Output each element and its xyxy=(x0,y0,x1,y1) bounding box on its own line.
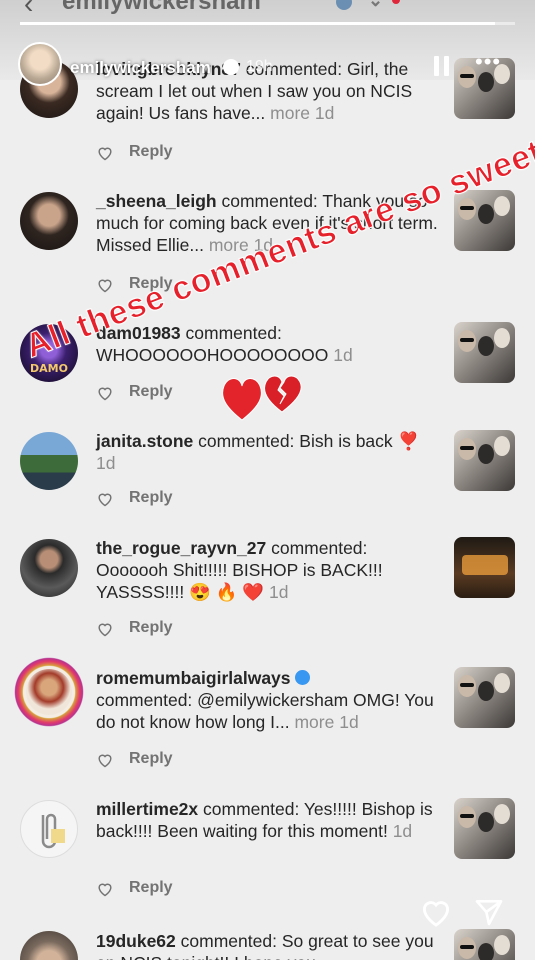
reply-button[interactable]: Reply xyxy=(129,383,173,401)
commented-label: commented: xyxy=(203,799,300,819)
notification-dot xyxy=(392,0,400,4)
comment-time: 1d xyxy=(392,821,413,841)
heart-and-broken-heart-emoji xyxy=(220,372,306,429)
heart-outline-icon[interactable] xyxy=(96,385,114,401)
comment-post-thumbnail[interactable] xyxy=(454,798,515,859)
comment-username[interactable]: janita.stone xyxy=(96,431,193,451)
comment-username[interactable]: the_rogue_rayvn_27 xyxy=(96,538,266,558)
commented-label: commented: xyxy=(185,323,282,343)
comment-time: 1d xyxy=(333,345,353,365)
header-username: emilywickersham xyxy=(62,0,261,15)
story-actions xyxy=(418,896,518,932)
avatar[interactable] xyxy=(20,539,78,597)
comment-post-thumbnail[interactable] xyxy=(454,537,515,598)
comment-username[interactable]: 19duke62 xyxy=(96,931,176,951)
avatar[interactable] xyxy=(26,669,72,715)
comment-post-thumbnail[interactable] xyxy=(454,929,515,960)
comment-item: 19duke62 commented: So great to see you … xyxy=(0,929,535,960)
comment-body: Bish is back ❣️ xyxy=(299,431,420,451)
commented-label: commented: xyxy=(271,538,368,558)
more-link[interactable]: more xyxy=(270,103,310,123)
story-progress-bar xyxy=(20,22,515,25)
commented-label: commented: xyxy=(221,191,318,211)
heart-outline-icon[interactable] xyxy=(96,277,114,293)
verified-badge-icon xyxy=(336,0,352,10)
comment-text: dam01983 commented: WHOOOOOOHOOOOOOOO 1d xyxy=(96,322,441,366)
commented-label: commented: xyxy=(180,931,277,951)
commented-label: commented: xyxy=(96,690,193,710)
avatar[interactable] xyxy=(18,42,62,86)
heart-outline-icon[interactable] xyxy=(96,145,114,161)
verified-badge-icon xyxy=(295,670,311,685)
story-time: 19h xyxy=(246,58,273,75)
story-username[interactable]: emilywickersham xyxy=(70,58,211,78)
comment-time: 1d xyxy=(339,712,359,732)
comment-username[interactable]: _sheena_leigh xyxy=(96,191,217,211)
heart-outline-icon[interactable] xyxy=(96,491,114,507)
commented-label: commented: xyxy=(198,431,295,451)
chevron-left-icon[interactable]: ‹ xyxy=(24,0,33,20)
comment-text: romemumbaigirlalways commented: @emilywi… xyxy=(96,667,441,733)
comment-username[interactable]: romemumbaigirlalways xyxy=(96,668,291,688)
profile-header: ‹ emilywickersham ⌄ xyxy=(0,0,535,20)
comment-text: janita.stone commented: Bish is back ❣️ … xyxy=(96,430,441,474)
more-icon[interactable]: ••• xyxy=(475,51,505,73)
comment-post-thumbnail[interactable] xyxy=(454,322,515,383)
comment-username[interactable]: millertime2x xyxy=(96,799,198,819)
comment-time: 1d xyxy=(314,103,335,123)
heart-outline-icon[interactable] xyxy=(96,881,114,897)
heart-outline-icon[interactable] xyxy=(96,621,114,637)
reply-button[interactable]: Reply xyxy=(129,619,173,637)
avatar[interactable] xyxy=(20,432,78,490)
comment-time: 1d xyxy=(96,453,116,473)
avatar[interactable] xyxy=(20,800,78,858)
chevron-down-icon[interactable]: ⌄ xyxy=(368,0,383,11)
heart-outline-icon[interactable] xyxy=(418,896,454,928)
reply-button[interactable]: Reply xyxy=(129,879,173,897)
comment-body: Ooooooh Shit!!!!! BISHOP is BACK!!! YASS… xyxy=(96,560,383,602)
avatar[interactable] xyxy=(20,192,78,250)
pause-icon[interactable] xyxy=(434,56,450,76)
heart-outline-icon[interactable] xyxy=(96,752,114,768)
reply-button[interactable]: Reply xyxy=(129,750,173,768)
verified-badge-icon xyxy=(223,59,239,75)
reply-button[interactable]: Reply xyxy=(129,489,173,507)
paperclip-icon xyxy=(41,813,65,849)
comment-time: 1d xyxy=(269,582,289,602)
comment-post-thumbnail[interactable] xyxy=(454,430,515,491)
comment-text: the_rogue_rayvn_27 commented: Ooooooh Sh… xyxy=(96,537,441,603)
avatar[interactable] xyxy=(20,931,78,960)
comment-text: 19duke62 commented: So great to see you … xyxy=(96,930,441,960)
comment-body: WHOOOOOOHOOOOOOOO xyxy=(96,345,329,365)
reply-button[interactable]: Reply xyxy=(129,143,173,161)
send-icon[interactable] xyxy=(472,896,506,928)
comment-text: millertime2x commented: Yes!!!!! Bishop … xyxy=(96,798,441,842)
comment-post-thumbnail[interactable] xyxy=(454,667,515,728)
avatar-story-ring[interactable] xyxy=(14,657,84,727)
story-progress-fill xyxy=(20,22,496,25)
more-link[interactable]: more xyxy=(294,712,334,732)
